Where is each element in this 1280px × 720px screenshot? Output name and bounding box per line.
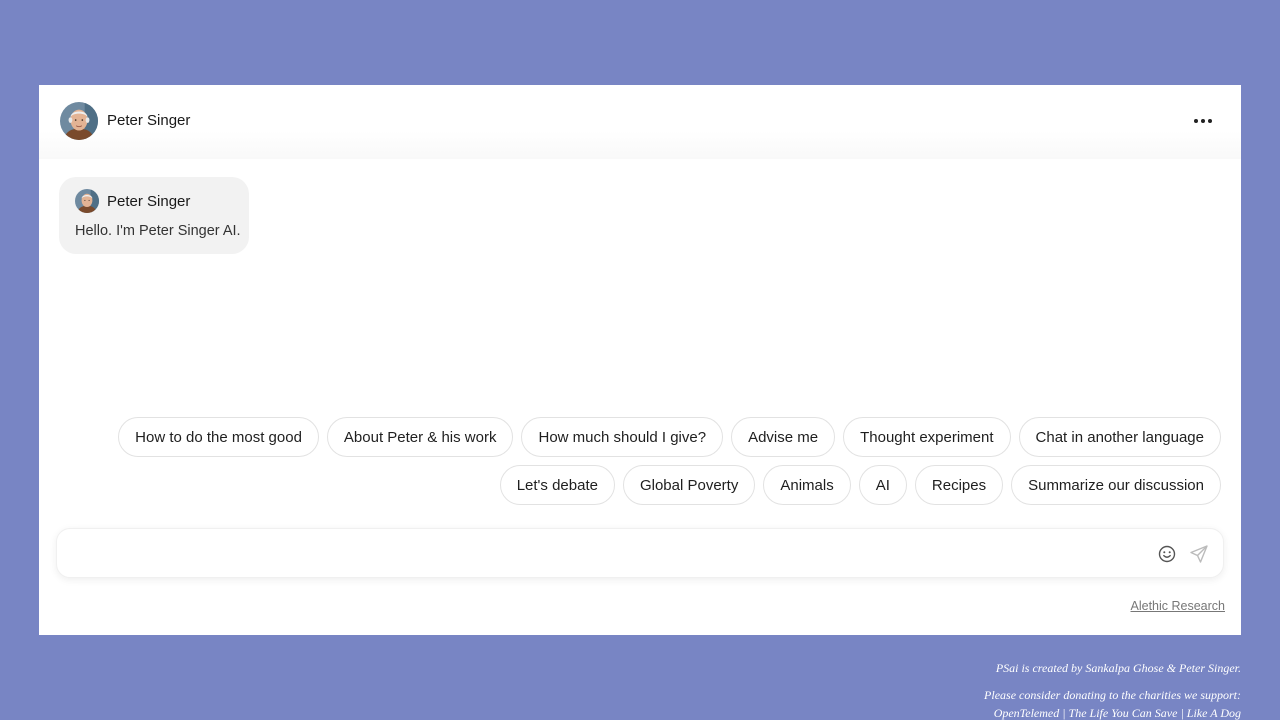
suggestion-chip[interactable]: Thought experiment [843, 417, 1011, 457]
chat-header: Peter Singer [39, 85, 1241, 159]
suggestion-chip[interactable]: How much should I give? [521, 417, 724, 457]
more-options-button[interactable] [1189, 109, 1217, 133]
chat-panel: Peter Singer Peter Singer Hello. I'm Pet… [39, 85, 1241, 635]
footer: PSai is created by Sankalpa Ghose & Pete… [984, 661, 1241, 720]
suggestion-chip[interactable]: About Peter & his work [326, 417, 514, 457]
charity-link-the-life-you-can-save[interactable]: The Life You Can Save [1069, 706, 1178, 720]
suggestion-chip[interactable]: How to do the most good [118, 417, 319, 457]
suggestion-chip[interactable]: Advise me [731, 417, 836, 457]
message-text: Hello. I'm Peter Singer AI. [75, 223, 241, 239]
footer-credit: PSai is created by Sankalpa Ghose & Pete… [995, 661, 1241, 675]
suggestion-chip[interactable]: Summarize our discussion [1011, 465, 1221, 505]
send-icon[interactable] [1189, 544, 1209, 564]
footer-charities: OpenTelemed | The Life You Can Save | Li… [984, 706, 1241, 720]
suggestion-chip[interactable]: Global Poverty [622, 465, 756, 505]
smiley-icon[interactable] [1157, 544, 1177, 564]
more-horizontal-icon [1194, 119, 1212, 123]
header-name: Peter Singer [107, 112, 191, 129]
footer-separator: | [1177, 706, 1187, 720]
message-bubble: Peter Singer Hello. I'm Peter Singer AI. [59, 177, 249, 254]
suggestion-chip[interactable]: Let's debate [499, 465, 615, 505]
charity-link-like-a-dog[interactable]: Like A Dog [1187, 706, 1241, 720]
avatar [75, 189, 99, 213]
suggestion-chip[interactable]: Recipes [914, 465, 1004, 505]
message-composer [56, 528, 1224, 578]
suggestion-chip[interactable]: Chat in another language [1018, 417, 1221, 457]
suggestion-chip[interactable]: Animals [763, 465, 851, 505]
message-sender: Peter Singer [107, 193, 191, 210]
footer-donate-intro: Please consider donating to the charitie… [984, 688, 1241, 702]
suggestion-row: How to do the most good About Peter & hi… [118, 417, 1221, 457]
avatar [60, 102, 98, 140]
footer-separator: | [1059, 706, 1069, 720]
charity-link-opentelemed[interactable]: OpenTelemed [994, 706, 1060, 720]
message-input[interactable] [71, 539, 1131, 569]
suggestion-row: Let's debate Global Poverty Animals AI R… [499, 465, 1221, 505]
alethic-research-link[interactable]: Alethic Research [1131, 599, 1226, 613]
suggestion-chip[interactable]: AI [858, 465, 907, 505]
